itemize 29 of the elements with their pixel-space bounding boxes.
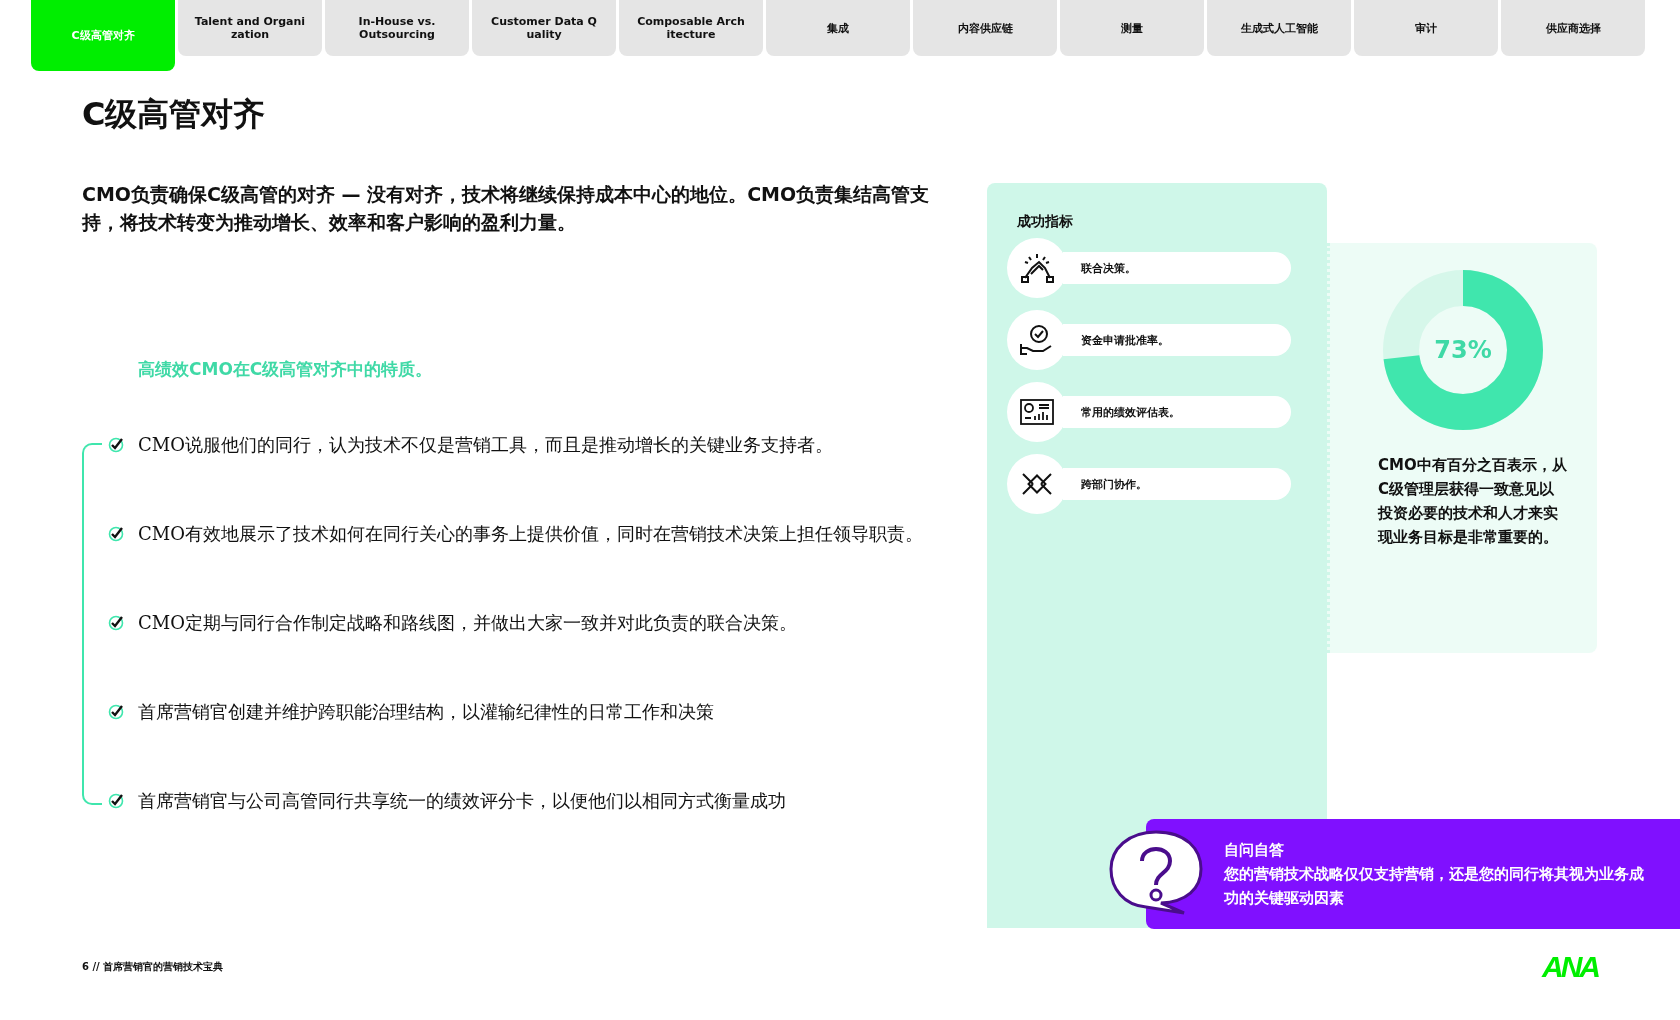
trait-text: CMO说服他们的同行，认为技术不仅是营销工具，而且是推动增长的关键业务支持者。: [138, 433, 833, 458]
tab[interactable]: 集成: [766, 0, 910, 56]
metric-label: 常用的绩效评估表。: [1063, 396, 1291, 428]
metric-label: 联合决策。: [1063, 252, 1291, 284]
tab[interactable]: In-House vs. Outsourcing: [325, 0, 469, 56]
gauge-value: 73%: [1434, 336, 1492, 364]
tab[interactable]: 审计: [1354, 0, 1498, 56]
metric-label: 资金申请批准率。: [1063, 324, 1291, 356]
footer-text: 6 // 首席营销官的营销技术宝典: [82, 960, 224, 974]
traits-heading: 高绩效CMO在C级高管对齐中的特质。: [138, 358, 434, 382]
trait-text: CMO有效地展示了技术如何在同行关心的事务上提供价值，同时在营销技术决策上担任领导职责。: [138, 522, 923, 547]
stat-text: CMO中有百分之百表示，从C级管理层获得一致意见以投资必要的技术和人才来实现业务目标是非常重要的。: [1378, 455, 1567, 548]
page-title: C级高管对齐: [82, 94, 267, 135]
callout-title: 自问自答: [1224, 840, 1285, 861]
tab[interactable]: Customer Data Q uality: [472, 0, 616, 56]
trait-text: 首席营销官与公司高管同行共享统一的绩效评分卡，以便他们以相同方式衡量成功: [138, 789, 786, 814]
tab[interactable]: 内容供应链: [913, 0, 1057, 56]
tab[interactable]: Composable Arch itecture: [619, 0, 763, 56]
tab[interactable]: Talent and Organi zation: [178, 0, 322, 56]
tab[interactable]: 供应商选择: [1501, 0, 1645, 56]
callout-question: 您的营销技术战略仅仅支持营销，还是您的同行将其视为业务成功的关键驱动因素: [1224, 864, 1644, 909]
logo: ANA: [1542, 950, 1598, 984]
trait-text: CMO定期与同行合作制定战略和路线图，并做出大家一致并对此负责的联合决策。: [138, 611, 797, 636]
metric-label: 跨部门协作。: [1063, 468, 1291, 500]
trait-text: 首席营销官创建并维护跨职能治理结构，以灌输纪律性的日常工作和决策: [138, 700, 714, 725]
intro-paragraph: CMO负责确保C级高管的对齐 — 没有对齐，技术将继续保持成本中心的地位。CMO负责集结高管支持，将技术转变为推动增长、效率和客户影响的盈利力量。: [82, 182, 931, 235]
metrics-heading: 成功指标: [1017, 213, 1074, 231]
tab[interactable]: 生成式人工智能: [1207, 0, 1351, 56]
tab[interactable]: 测量: [1060, 0, 1204, 56]
